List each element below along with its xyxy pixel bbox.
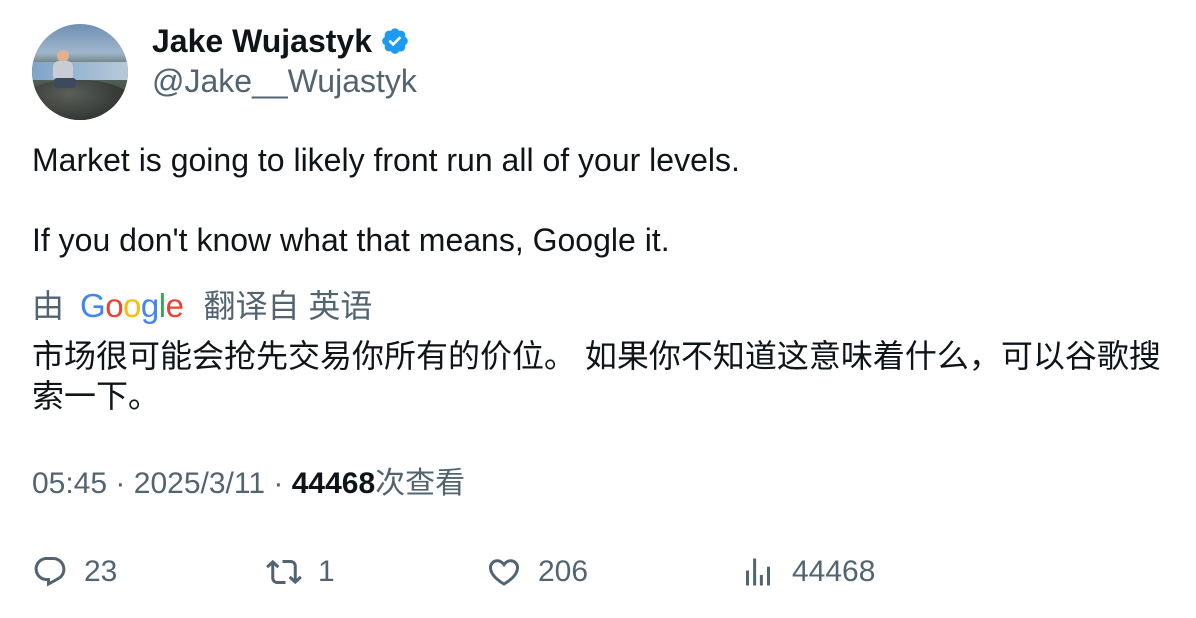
like-button[interactable]: 206 bbox=[486, 550, 588, 594]
analytics-icon bbox=[746, 558, 770, 586]
tweet-date[interactable]: 2025/3/11 bbox=[134, 467, 265, 500]
views-label: 次查看 bbox=[375, 467, 466, 500]
views-action-count: 44468 bbox=[792, 555, 876, 588]
avatar-person bbox=[50, 50, 76, 90]
author-display-name[interactable]: Jake Wujastyk bbox=[152, 22, 372, 60]
avatar-sea bbox=[32, 62, 128, 80]
retweet-count: 1 bbox=[318, 555, 335, 588]
action-bar: 23 1 206 44468 bbox=[32, 550, 1172, 594]
like-count: 206 bbox=[538, 555, 589, 588]
tweet-time[interactable]: 05:45 bbox=[32, 467, 107, 500]
author-name-row: Jake Wujastyk bbox=[152, 22, 410, 60]
tweet-paragraph-1: Market is going to likely front run all … bbox=[32, 142, 740, 178]
views-button[interactable]: 44468 bbox=[740, 550, 875, 594]
verified-badge-icon[interactable] bbox=[380, 26, 410, 56]
views-count: 44468 bbox=[291, 467, 376, 500]
translation-suffix: 翻译自 英语 bbox=[203, 288, 373, 324]
translation-attribution[interactable]: 由 Google 翻译自 英语 bbox=[32, 286, 372, 326]
tweet-meta: 05:45 · 2025/3/11 · 44468次查看 bbox=[32, 464, 465, 504]
avatar[interactable] bbox=[32, 24, 128, 120]
meta-separator: · bbox=[115, 467, 126, 500]
tweet-paragraph-2: If you don't know what that means, Googl… bbox=[32, 222, 670, 258]
avatar-rocks bbox=[32, 80, 128, 120]
author-handle[interactable]: @Jake__Wujastyk bbox=[152, 62, 417, 100]
retweet-button[interactable]: 1 bbox=[266, 550, 335, 594]
meta-separator: · bbox=[273, 467, 284, 500]
heart-icon bbox=[488, 559, 520, 586]
google-logo-icon: Google bbox=[80, 287, 184, 324]
tweet-text: Market is going to likely front run all … bbox=[32, 140, 1162, 260]
reply-count: 23 bbox=[84, 555, 118, 588]
translation-prefix: 由 bbox=[32, 288, 65, 324]
translated-text: 市场很可能会抢先交易你所有的价位。 如果你不知道这意味着什么，可以谷歌搜索一下。 bbox=[32, 338, 1161, 414]
reply-icon bbox=[34, 557, 66, 587]
reply-button[interactable]: 23 bbox=[32, 550, 117, 594]
retweet-icon bbox=[266, 559, 302, 585]
